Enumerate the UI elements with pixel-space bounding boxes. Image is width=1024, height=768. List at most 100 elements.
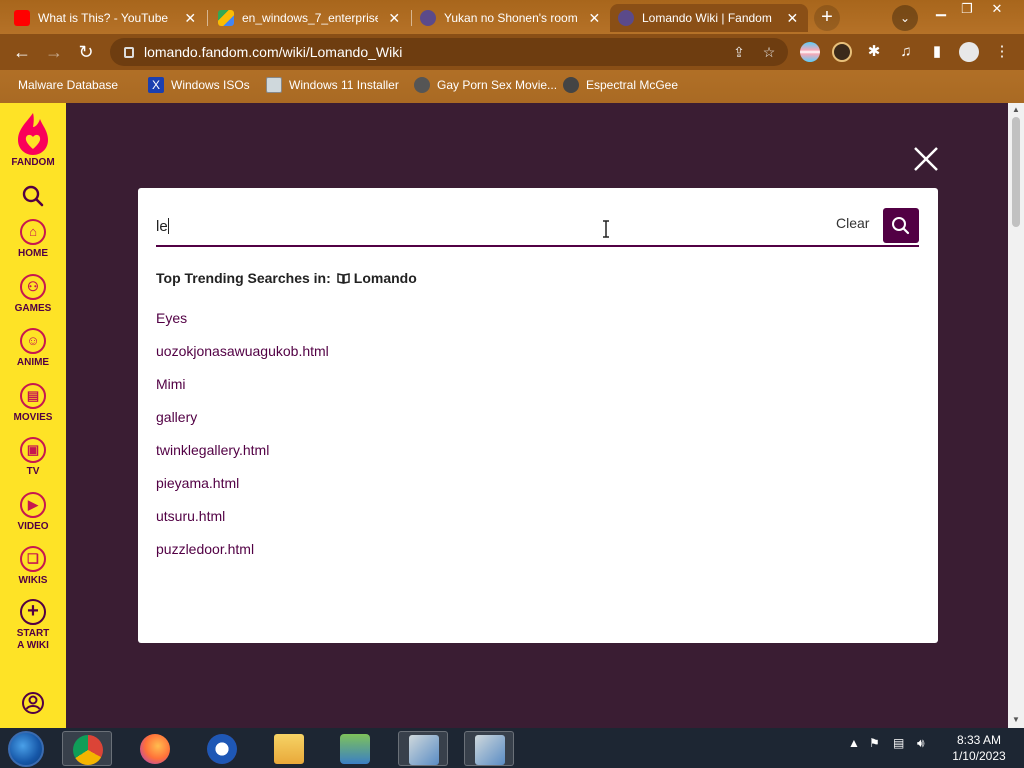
clapperboard-icon: ▤ bbox=[20, 383, 46, 409]
rail-search[interactable] bbox=[0, 185, 66, 207]
window-close-button[interactable]: ✕ bbox=[984, 0, 1010, 20]
bookmark-malware-database[interactable]: Malware Database bbox=[18, 76, 118, 94]
scroll-down-icon[interactable]: ▼ bbox=[1008, 715, 1024, 724]
tab-drive[interactable]: en_windows_7_enterprise ✕ bbox=[210, 4, 410, 32]
media-control-icon[interactable]: ♫ bbox=[896, 42, 916, 62]
trending-result[interactable]: twinklegallery.html bbox=[156, 442, 269, 458]
bookmark-label: Windows 11 Installer bbox=[289, 78, 399, 92]
action-center-flag-icon[interactable]: ⚑ bbox=[869, 736, 880, 750]
tab-youtube[interactable]: What is This? - YouTube ✕ bbox=[6, 4, 206, 32]
tab-lomando[interactable]: Lomando Wiki | Fandom ✕ bbox=[610, 4, 808, 32]
trending-result[interactable]: utsuru.html bbox=[156, 508, 225, 524]
volume-icon[interactable]: 🔊︎ bbox=[917, 736, 925, 751]
extensions-puzzle-icon[interactable]: ✱ bbox=[864, 42, 884, 62]
rail-item-home[interactable]: ⌂ HOME bbox=[0, 219, 66, 259]
firefox-icon bbox=[140, 734, 170, 764]
network-tray-icon[interactable]: ▤ bbox=[893, 736, 904, 750]
page-scrollbar[interactable]: ▲ ▼ bbox=[1008, 103, 1024, 728]
clock-date: 1/10/2023 bbox=[952, 749, 1006, 763]
reload-button[interactable]: ↻ bbox=[74, 40, 98, 64]
trending-result[interactable]: uozokjonasawuagukob.html bbox=[156, 343, 329, 359]
clear-button[interactable]: Clear bbox=[836, 215, 869, 231]
trending-heading: Top Trending Searches in: Lomando bbox=[156, 270, 417, 286]
plus-circle-icon: + bbox=[20, 599, 46, 625]
extension-flag-icon[interactable] bbox=[800, 42, 820, 62]
close-icon[interactable]: ✕ bbox=[386, 10, 402, 27]
new-tab-button[interactable]: + bbox=[814, 5, 840, 31]
tab-yukan[interactable]: Yukan no Shonen's room ✕ bbox=[412, 4, 610, 32]
rail-item-anime[interactable]: ☺ ANIME bbox=[0, 328, 66, 368]
rail-item-games[interactable]: ⚇ GAMES bbox=[0, 274, 66, 314]
bookmark-windows-isos[interactable]: X Windows ISOs bbox=[148, 76, 250, 94]
tab-search-button[interactable]: ⌄ bbox=[892, 5, 918, 31]
fandom-side-rail: FANDOM ⌂ HOME ⚇ GAMES ☺ ANIME ▤ MOVIES ▣… bbox=[0, 103, 66, 728]
back-button[interactable]: ← bbox=[10, 40, 34, 64]
taskbar-setup[interactable] bbox=[398, 731, 448, 766]
url-text: lomando.fandom.com/wiki/Lomando_Wiki bbox=[144, 44, 403, 60]
taskbar-chrome[interactable] bbox=[62, 731, 112, 766]
forward-button[interactable]: → bbox=[42, 40, 66, 64]
rail-item-label: MOVIES bbox=[13, 412, 53, 423]
taskbar-explorer[interactable] bbox=[264, 731, 314, 766]
rail-item-wikis[interactable]: ❏ WIKIS bbox=[0, 546, 66, 586]
taskbar-setup-2[interactable] bbox=[464, 731, 514, 766]
bookmark-espectral-mcgee[interactable]: Espectral McGee bbox=[563, 76, 678, 94]
trending-result[interactable]: Eyes bbox=[156, 310, 187, 326]
fandom-logo-label: FANDOM bbox=[11, 157, 55, 168]
clock-time: 8:33 AM bbox=[956, 733, 1002, 747]
bookmark-movie[interactable]: Gay Porn Sex Movie... bbox=[414, 76, 557, 94]
search-submit-button[interactable] bbox=[883, 208, 919, 243]
minimize-button[interactable]: ▁ bbox=[928, 0, 954, 20]
rail-item-label: GAMES bbox=[14, 303, 52, 314]
scroll-thumb[interactable] bbox=[1012, 117, 1020, 227]
close-search-icon[interactable] bbox=[912, 145, 940, 173]
scroll-up-icon[interactable]: ▲ bbox=[1008, 105, 1024, 114]
browser-chrome: What is This? - YouTube ✕ en_windows_7_e… bbox=[0, 0, 1024, 103]
home-icon: ⌂ bbox=[20, 219, 46, 245]
start-button[interactable] bbox=[8, 731, 44, 767]
trending-prefix: Top Trending Searches in: bbox=[156, 270, 331, 286]
folder-icon bbox=[274, 734, 304, 764]
rail-user[interactable] bbox=[0, 691, 66, 715]
chrome-icon bbox=[73, 735, 103, 765]
close-icon[interactable]: ✕ bbox=[785, 10, 800, 27]
profile-icon[interactable] bbox=[959, 42, 979, 62]
rail-item-label: TV bbox=[26, 466, 40, 477]
rail-item-start-a-wiki[interactable]: + START A WIKI bbox=[0, 599, 66, 652]
bookmark-star-icon[interactable]: ☆ bbox=[758, 38, 780, 66]
taskbar-app[interactable] bbox=[197, 731, 247, 766]
rail-item-label: HOME bbox=[18, 248, 48, 259]
extension-avatar-icon[interactable] bbox=[832, 42, 852, 62]
restore-button[interactable]: ❐ bbox=[954, 0, 980, 20]
system-clock[interactable]: 8:33 AM 1/10/2023 bbox=[944, 732, 1014, 764]
rail-item-tv[interactable]: ▣ TV bbox=[0, 437, 66, 477]
menu-kebab-icon[interactable]: ⋮ bbox=[992, 42, 1012, 62]
share-icon[interactable]: ⇪ bbox=[728, 38, 750, 66]
youtube-icon bbox=[14, 10, 30, 26]
bookmark-label: Windows ISOs bbox=[171, 78, 250, 92]
search-icon bbox=[892, 217, 910, 235]
bookmark-windows-11-installer[interactable]: Windows 11 Installer bbox=[266, 76, 399, 94]
trending-result[interactable]: gallery bbox=[156, 409, 197, 425]
close-icon[interactable]: ✕ bbox=[182, 10, 198, 27]
taskbar-firefox[interactable] bbox=[130, 731, 180, 766]
rail-item-label: VIDEO bbox=[17, 521, 49, 532]
x-icon: X bbox=[148, 77, 164, 93]
rail-item-video[interactable]: ▶ VIDEO bbox=[0, 492, 66, 532]
bookmarks-bar: Malware Database X Windows ISOs Windows … bbox=[0, 70, 1024, 100]
text-caret bbox=[168, 218, 169, 234]
rail-item-label: ANIME bbox=[16, 357, 50, 368]
rail-item-movies[interactable]: ▤ MOVIES bbox=[0, 383, 66, 423]
close-icon[interactable]: ✕ bbox=[587, 10, 602, 27]
trending-result[interactable]: puzzledoor.html bbox=[156, 541, 254, 557]
side-panel-icon[interactable]: ▮ bbox=[927, 42, 947, 62]
tv-icon: ▣ bbox=[20, 437, 46, 463]
trending-result[interactable]: pieyama.html bbox=[156, 475, 239, 491]
taskbar-network[interactable] bbox=[330, 731, 380, 766]
tab-title: Yukan no Shonen's room bbox=[444, 11, 578, 25]
tray-expand-icon[interactable]: ▲ bbox=[848, 736, 860, 750]
search-input[interactable] bbox=[156, 214, 756, 238]
address-bar[interactable]: lomando.fandom.com/wiki/Lomando_Wiki ⇪ ☆ bbox=[110, 38, 788, 66]
trending-result[interactable]: Mimi bbox=[156, 376, 186, 392]
fandom-logo[interactable]: FANDOM bbox=[0, 111, 66, 168]
